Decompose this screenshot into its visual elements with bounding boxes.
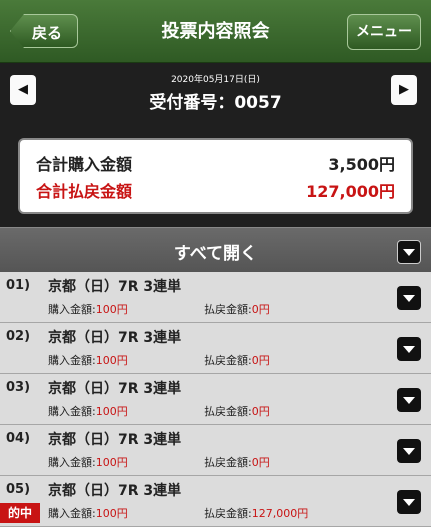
- bet-payout-label: 払戻金額:: [204, 507, 252, 520]
- bet-purchase-label: 購入金額:: [48, 303, 96, 316]
- bet-purchase: 購入金額:100円: [48, 403, 128, 419]
- bet-race: 京都（日）7R 3連単: [48, 381, 182, 397]
- bet-race: 京都（日）7R 3連単: [48, 432, 182, 448]
- expand-all-label: すべて開く: [173, 244, 258, 264]
- bet-purchase-value: 100円: [95, 456, 128, 469]
- chevron-down-icon[interactable]: [397, 240, 421, 264]
- bet-purchase: 購入金額:100円: [48, 454, 128, 470]
- bet-payout: 払戻金額:127,000円: [204, 505, 308, 521]
- bet-number: 04): [6, 431, 31, 446]
- bet-purchase-label: 購入金額:: [48, 507, 96, 520]
- total-payout-value: 127,000円: [306, 182, 395, 201]
- bet-purchase-value: 100円: [95, 507, 128, 520]
- date-navigation: ◀ 2020年05月17日(日) 受付番号：0057 ▶: [0, 63, 431, 121]
- chevron-down-icon[interactable]: [397, 490, 421, 514]
- bet-payout-label: 払戻金額:: [204, 354, 252, 367]
- bet-number: 02): [6, 329, 31, 344]
- next-arrow-icon[interactable]: ▶: [391, 75, 417, 105]
- bet-purchase-value: 100円: [95, 405, 128, 418]
- bet-payout-value: 0円: [251, 456, 270, 469]
- bet-payout: 払戻金額:0円: [204, 352, 270, 368]
- total-purchase-value: 3,500円: [328, 155, 395, 174]
- bet-purchase-label: 購入金額:: [48, 354, 96, 367]
- bet-payout: 払戻金額:0円: [204, 454, 270, 470]
- hit-badge: 的中: [0, 503, 40, 523]
- bet-row: 03) 京都（日）7R 3連単 購入金額:100円 払戻金額:0円: [0, 374, 431, 425]
- bet-payout-label: 払戻金額:: [204, 303, 252, 316]
- total-purchase-row: 合計購入金額 3,500円: [36, 151, 395, 175]
- bet-date: 2020年05月17日(日): [171, 75, 260, 85]
- bet-purchase-value: 100円: [95, 303, 128, 316]
- chevron-down-icon[interactable]: [397, 388, 421, 412]
- bet-row: 01) 京都（日）7R 3連単 購入金額:100円 払戻金額:0円: [0, 272, 431, 323]
- bet-race: 京都（日）7R 3連単: [48, 330, 182, 346]
- bet-list: 01) 京都（日）7R 3連単 購入金額:100円 払戻金額:0円 02) 京都…: [0, 272, 431, 527]
- app-header: 戻る 投票内容照会 メニュー: [0, 0, 431, 63]
- bet-purchase: 購入金額:100円: [48, 352, 128, 368]
- bet-race: 京都（日）7R 3連単: [48, 279, 182, 295]
- bet-row: 02) 京都（日）7R 3連単 購入金額:100円 払戻金額:0円: [0, 323, 431, 374]
- bet-payout-value: 0円: [251, 303, 270, 316]
- bet-race: 京都（日）7R 3連単: [48, 483, 182, 499]
- bet-purchase-label: 購入金額:: [48, 405, 96, 418]
- bet-payout-value: 127,000円: [251, 507, 309, 520]
- bet-row: 05) 京都（日）7R 3連単 的中 購入金額:100円 払戻金額:127,00…: [0, 476, 431, 527]
- summary-section: 合計購入金額 3,500円 合計払戻金額 127,000円: [0, 121, 431, 227]
- bet-payout-value: 0円: [251, 405, 270, 418]
- bet-payout-label: 払戻金額:: [204, 405, 252, 418]
- bet-row: 04) 京都（日）7R 3連単 購入金額:100円 払戻金額:0円: [0, 425, 431, 476]
- bet-number: 03): [6, 380, 31, 395]
- chevron-down-icon[interactable]: [397, 439, 421, 463]
- receipt-number: 受付番号：0057: [149, 93, 282, 113]
- chevron-down-icon[interactable]: [397, 286, 421, 310]
- chevron-down-icon[interactable]: [397, 337, 421, 361]
- expand-all-bar[interactable]: すべて開く: [0, 227, 431, 272]
- bet-purchase-label: 購入金額:: [48, 456, 96, 469]
- summary-card: 合計購入金額 3,500円 合計払戻金額 127,000円: [18, 138, 413, 214]
- bet-number: 05): [6, 482, 31, 497]
- menu-button[interactable]: メニュー: [347, 14, 421, 50]
- bet-purchase: 購入金額:100円: [48, 301, 128, 317]
- bet-payout: 払戻金額:0円: [204, 403, 270, 419]
- bet-purchase: 購入金額:100円: [48, 505, 128, 521]
- total-payout-row: 合計払戻金額 127,000円: [36, 178, 395, 202]
- bet-payout-label: 払戻金額:: [204, 456, 252, 469]
- bet-payout-value: 0円: [251, 354, 270, 367]
- bet-purchase-value: 100円: [95, 354, 128, 367]
- total-purchase-label: 合計購入金額: [36, 155, 133, 174]
- bet-payout: 払戻金額:0円: [204, 301, 270, 317]
- total-payout-label: 合計払戻金額: [36, 182, 133, 201]
- bet-number: 01): [6, 278, 31, 293]
